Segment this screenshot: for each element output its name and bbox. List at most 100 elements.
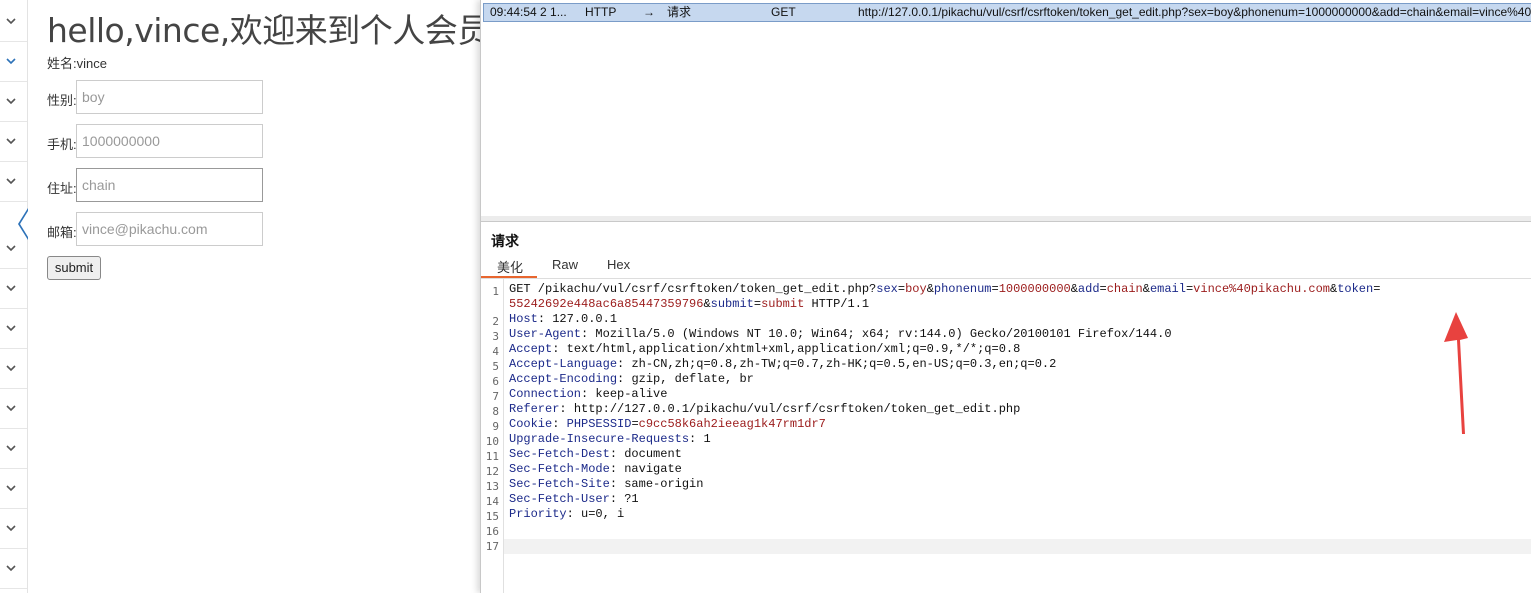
header-name: Sec-Fetch-Dest (509, 447, 610, 461)
line-number: 10 (485, 435, 499, 448)
param-separator: & (703, 297, 711, 311)
header-value: document (624, 447, 682, 461)
header-line: Upgrade-Insecure-Requests: 1 (509, 432, 711, 447)
header-name: Connection (509, 387, 582, 401)
param-equals: = (1373, 282, 1381, 296)
chevron-down-icon (4, 361, 18, 375)
sidebar-menu-row[interactable] (0, 508, 27, 549)
param-separator: & (926, 282, 934, 296)
param-value: vince%40pikachu.com (1193, 282, 1330, 296)
email-label: 邮箱: (47, 225, 77, 240)
param-equals: = (753, 297, 762, 311)
chevron-down-icon (4, 441, 18, 455)
header-value: ?1 (624, 492, 639, 506)
header-line: Referer: http://127.0.0.1/pikachu/vul/cs… (509, 402, 1020, 417)
line-number: 16 (485, 525, 499, 538)
header-name: User-Agent (509, 327, 582, 341)
param-value: chain (1106, 282, 1143, 296)
line-number: 13 (485, 480, 499, 493)
header-name: Referer (509, 402, 560, 416)
email-input[interactable]: vince@pikachu.com (76, 212, 263, 246)
phone-input[interactable]: 1000000000 (76, 124, 263, 158)
sidebar-menu-row[interactable] (0, 41, 27, 82)
header-name: Cookie (509, 417, 553, 431)
param-key: add (1077, 282, 1100, 296)
sidebar-menu-row[interactable] (0, 548, 27, 589)
cookie-equals: = (631, 417, 639, 431)
cookie-value: c9cc58k6ah2ieeag1k47rm1dr7 (638, 417, 826, 431)
submit-button[interactable]: submit (47, 256, 101, 280)
header-line: Sec-Fetch-User: ?1 (509, 492, 639, 507)
param-key: email (1149, 282, 1186, 296)
header-colon: : (559, 402, 574, 416)
sidebar-menu-row[interactable] (0, 268, 27, 309)
line-number: 4 (492, 345, 499, 358)
line-number: 9 (492, 420, 499, 433)
line-number: 7 (492, 390, 499, 403)
param-key: submit (710, 297, 754, 311)
header-line: Priority: u=0, i (509, 507, 624, 522)
chevron-down-icon (4, 401, 18, 415)
header-value: keep-alive (595, 387, 668, 401)
param-value: boy (905, 282, 927, 296)
header-colon: : (609, 477, 625, 491)
request-line: GET /pikachu/vul/csrf/csrftoken/token_ge… (509, 282, 1380, 297)
header-colon: : (609, 492, 625, 506)
pane-splitter[interactable] (481, 216, 1531, 222)
param-key: phonenum (933, 282, 992, 296)
tab-pretty[interactable]: 美化 (497, 257, 523, 276)
chevron-down-icon (4, 521, 18, 535)
chevron-down-icon (4, 54, 18, 68)
sidebar-menu-row[interactable] (0, 388, 27, 429)
line-number: 15 (485, 510, 499, 523)
header-value: 1 (703, 432, 711, 446)
header-colon: : (609, 447, 625, 461)
header-colon: : (581, 387, 596, 401)
history-time: 09:44:54 2 1... (490, 5, 567, 19)
tab-raw[interactable]: Raw (552, 257, 578, 272)
sidebar-menu-row[interactable] (0, 468, 27, 509)
sidebar-menu-row[interactable] (0, 161, 27, 202)
history-type: 请求 (667, 5, 692, 19)
header-line: Cookie: PHPSESSID=c9cc58k6ah2ieeag1k47rm… (509, 417, 826, 432)
header-line: Connection: keep-alive (509, 387, 667, 402)
header-line: Accept-Language: zh-CN,zh;q=0.8,zh-TW;q=… (509, 357, 1056, 372)
cookie-name: PHPSESSID (566, 417, 632, 431)
sex-label: 性别: (47, 93, 77, 108)
phone-label: 手机: (47, 137, 77, 152)
sidebar-menu-row[interactable] (0, 308, 27, 349)
request-path: GET /pikachu/vul/csrf/csrftoken/token_ge… (509, 282, 877, 296)
sidebar-menu-row[interactable] (0, 428, 27, 469)
param-value: 1000000000 (998, 282, 1071, 296)
request-line-wrap: 55242692e448ac6a85447359796&submit=submi… (509, 297, 869, 312)
burp-http-history-panel: 09:44:54 2 1... HTTP → 请求 GET http://127… (480, 0, 1531, 593)
header-line: Accept-Encoding: gzip, deflate, br (509, 372, 754, 387)
header-colon: : (552, 342, 567, 356)
header-name: Accept (509, 342, 553, 356)
header-value: text/html,application/xhtml+xml,applicat… (566, 342, 1021, 356)
header-line: Sec-Fetch-Site: same-origin (509, 477, 703, 492)
history-row-selected[interactable]: 09:44:54 2 1... HTTP → 请求 GET http://127… (483, 3, 1531, 22)
line-number: 6 (492, 375, 499, 388)
header-value: u=0, i (581, 507, 625, 521)
welcome-heading: hello,vince,欢迎来到个人会员中心 (47, 11, 480, 50)
sidebar-menu-row[interactable] (0, 1, 27, 42)
tab-hex[interactable]: Hex (607, 257, 630, 272)
sidebar-menu-row[interactable] (0, 81, 27, 122)
sidebar-menu-row[interactable] (0, 121, 27, 162)
chevron-down-icon (4, 14, 18, 28)
line-number: 14 (485, 495, 499, 508)
name-line: 姓名:vince (47, 56, 107, 71)
sidebar-menu-row[interactable] (0, 348, 27, 389)
header-name: Host (509, 312, 538, 326)
header-name: Upgrade-Insecure-Requests (509, 432, 690, 446)
history-url: http://127.0.0.1/pikachu/vul/csrf/csrfto… (858, 5, 1531, 19)
history-tool: HTTP (585, 5, 617, 19)
address-input[interactable]: chain (76, 168, 263, 202)
line-number: 2 (492, 315, 499, 328)
header-name: Sec-Fetch-User (509, 492, 610, 506)
header-value: Mozilla/5.0 (Windows NT 10.0; Win64; x64… (595, 327, 1172, 341)
sex-input[interactable]: boy (76, 80, 263, 114)
header-value: http://127.0.0.1/pikachu/vul/csrf/csrfto… (573, 402, 1021, 416)
header-value: 127.0.0.1 (552, 312, 618, 326)
